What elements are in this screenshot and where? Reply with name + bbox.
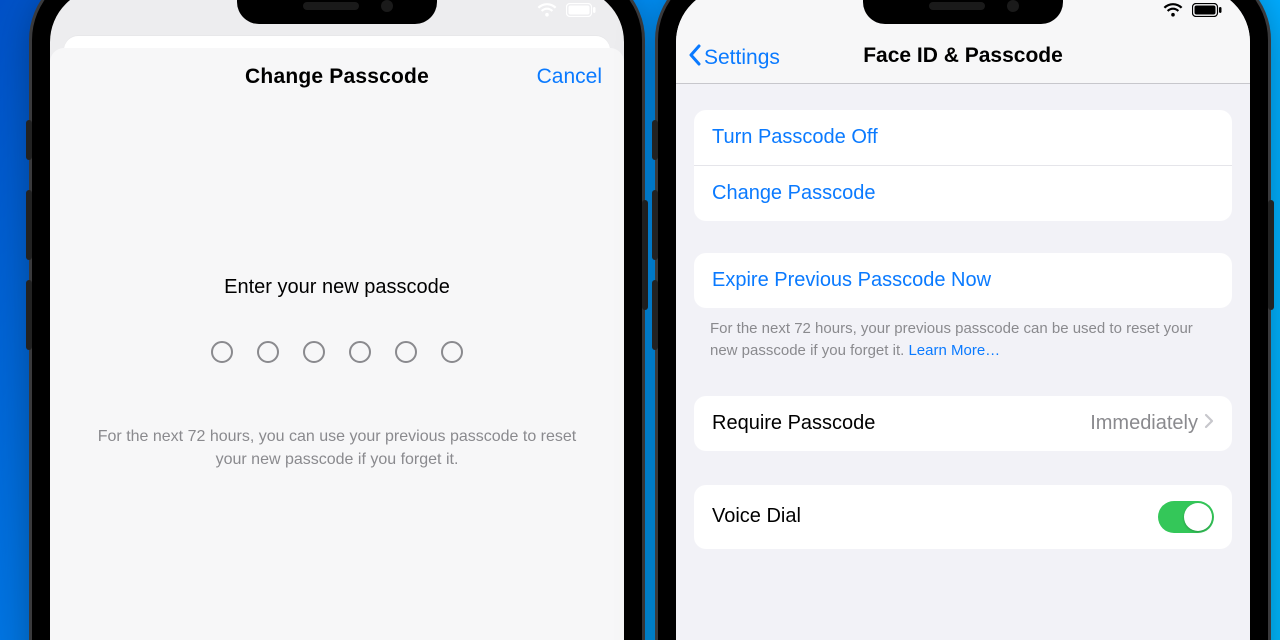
passcode-prompt: Enter your new passcode [90,276,584,299]
chevron-right-icon [1204,412,1214,435]
phone-mockup-right: Settings Face ID & Passcode Turn Passcod… [658,0,1268,640]
page-title: Face ID & Passcode [676,44,1250,68]
wifi-icon [1162,2,1184,18]
row-label: Voice Dial [712,505,801,528]
battery-icon [566,3,596,17]
row-label: Expire Previous Passcode Now [712,269,991,292]
voice-dial-toggle[interactable] [1158,501,1214,533]
cancel-button[interactable]: Cancel [537,65,602,89]
screen-right: Settings Face ID & Passcode Turn Passcod… [676,0,1250,640]
screen-left: Change Passcode Cancel Enter your new pa… [50,0,624,640]
passcode-dot [211,341,233,363]
passcode-dot [349,341,371,363]
passcode-actions-group: Turn Passcode Off Change Passcode [694,110,1232,221]
voice-dial-group: Voice Dial [694,485,1232,549]
passcode-dot [303,341,325,363]
passcode-dot [441,341,463,363]
status-bar [1162,2,1222,18]
status-bar [536,2,596,18]
require-passcode-group: Require Passcode Immediately [694,396,1232,451]
battery-icon [1192,3,1222,17]
row-label: Require Passcode [712,412,875,435]
notch [237,0,437,24]
expire-passcode-group: Expire Previous Passcode Now [694,253,1232,308]
passcode-dot [257,341,279,363]
passcode-note: For the next 72 hours, you can use your … [90,425,584,471]
change-passcode-sheet: Change Passcode Cancel Enter your new pa… [50,48,624,640]
sheet-title: Change Passcode [245,65,429,89]
expire-footer: For the next 72 hours, your previous pas… [694,308,1232,362]
learn-more-link[interactable]: Learn More… [908,342,1000,359]
notch [863,0,1063,24]
row-value: Immediately [1090,412,1198,435]
passcode-dot [395,341,417,363]
passcode-dots[interactable] [90,341,584,363]
change-passcode-button[interactable]: Change Passcode [694,165,1232,221]
voice-dial-row: Voice Dial [694,485,1232,549]
row-label: Change Passcode [712,182,875,205]
expire-previous-passcode-button[interactable]: Expire Previous Passcode Now [694,253,1232,308]
turn-passcode-off-button[interactable]: Turn Passcode Off [694,110,1232,165]
require-passcode-row[interactable]: Require Passcode Immediately [694,396,1232,451]
sheet-header: Change Passcode Cancel [50,48,624,106]
phone-mockup-left: Change Passcode Cancel Enter your new pa… [32,0,642,640]
wifi-icon [536,2,558,18]
row-label: Turn Passcode Off [712,126,878,149]
